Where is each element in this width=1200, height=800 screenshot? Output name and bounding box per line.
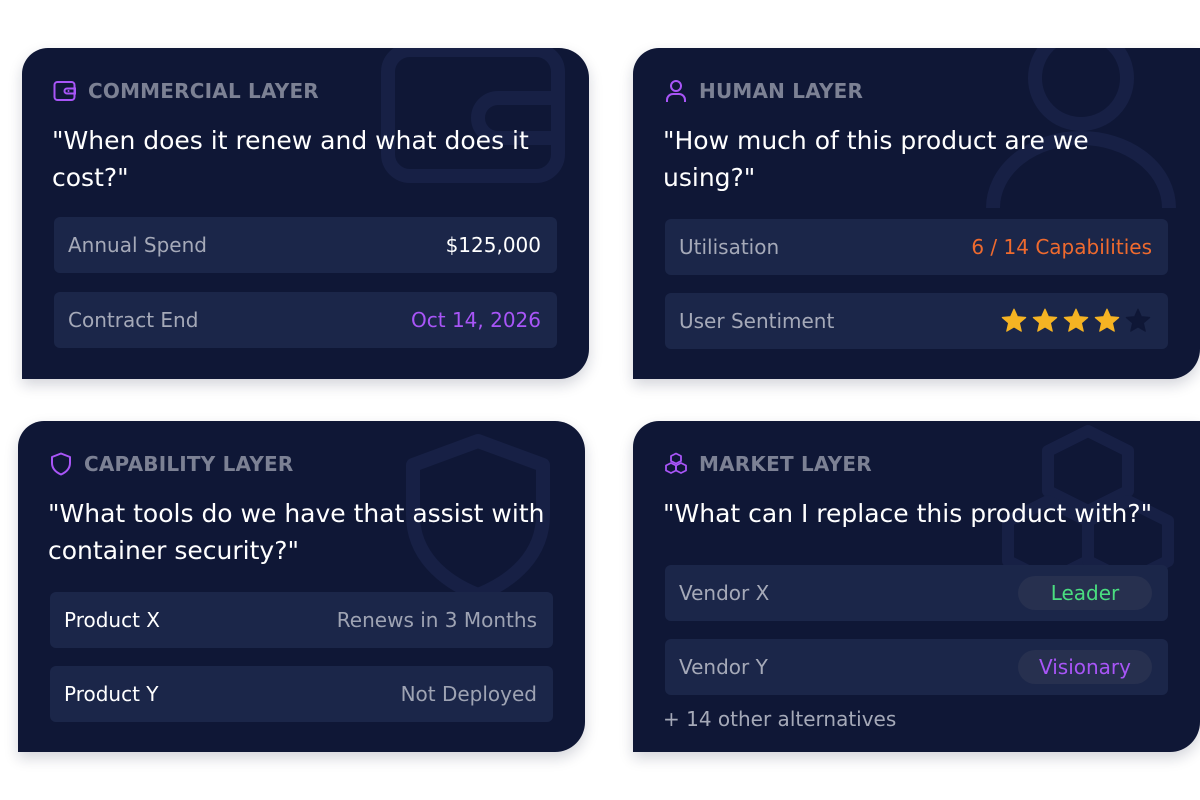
human-layer-header: HUMAN LAYER: [663, 78, 863, 104]
leader-badge: Leader: [1018, 576, 1152, 610]
layer-title: HUMAN LAYER: [699, 79, 864, 103]
contract-end-row: Contract End Oct 14, 2026: [54, 292, 557, 348]
user-icon: [663, 78, 689, 104]
cubes-icon: [663, 451, 689, 477]
capability-layer-card: CAPABILITY LAYER "What tools do we have …: [18, 421, 585, 752]
utilisation-row: Utilisation 6 / 14 Capabilities: [665, 219, 1168, 275]
layer-title: CAPABILITY LAYER: [84, 452, 294, 476]
sentiment-row: User Sentiment: [665, 293, 1168, 349]
annual-spend-value: $125,000: [445, 233, 541, 257]
star-filled-icon: [1063, 308, 1089, 332]
product-status: Renews in 3 Months: [336, 608, 537, 632]
row-label: Product Y: [64, 682, 159, 706]
layer-question: "When does it renew and what does it cos…: [52, 126, 529, 192]
capability-layer-header: CAPABILITY LAYER: [48, 451, 293, 477]
product-x-row[interactable]: Product X Renews in 3 Months: [50, 592, 553, 648]
wallet-icon: [52, 78, 78, 104]
commercial-layer-header: COMMERCIAL LAYER: [52, 78, 319, 104]
utilisation-value: 6 / 14 Capabilities: [971, 235, 1152, 259]
product-status: Not Deployed: [400, 682, 537, 706]
product-y-row[interactable]: Product Y Not Deployed: [50, 666, 553, 722]
visionary-badge: Visionary: [1018, 650, 1152, 684]
layer-question: "What tools do we have that assist with …: [48, 499, 545, 565]
sentiment-rating: [1000, 307, 1152, 335]
market-layer-card: MARKET LAYER "What can I replace this pr…: [633, 421, 1200, 752]
market-layer-header: MARKET LAYER: [663, 451, 872, 477]
vendor-y-row[interactable]: Vendor Y Visionary: [665, 639, 1168, 695]
row-label: Contract End: [68, 308, 199, 332]
shield-icon: [48, 451, 74, 477]
row-label: Vendor X: [679, 581, 770, 605]
star-filled-icon: [1094, 308, 1120, 332]
contract-end-value: Oct 14, 2026: [411, 308, 541, 332]
row-label: Vendor Y: [679, 655, 768, 679]
vendor-x-row[interactable]: Vendor X Leader: [665, 565, 1168, 621]
star-filled-icon: [1001, 308, 1027, 332]
layer-title: MARKET LAYER: [699, 452, 872, 476]
more-alternatives-link[interactable]: + 14 other alternatives: [663, 707, 896, 731]
row-label: Product X: [64, 608, 160, 632]
layer-title: COMMERCIAL LAYER: [88, 79, 319, 103]
star-filled-icon: [1032, 308, 1058, 332]
row-label: Utilisation: [679, 235, 780, 259]
star-empty-icon: [1125, 308, 1151, 332]
human-layer-card: HUMAN LAYER "How much of this product ar…: [633, 48, 1200, 379]
commercial-layer-card: COMMERCIAL LAYER "When does it renew and…: [22, 48, 589, 379]
row-label: Annual Spend: [68, 233, 207, 257]
layer-question: "What can I replace this product with?": [663, 499, 1153, 528]
annual-spend-row: Annual Spend $125,000: [54, 217, 557, 273]
layer-question: "How much of this product are we using?": [663, 126, 1089, 192]
row-label: User Sentiment: [679, 309, 835, 333]
